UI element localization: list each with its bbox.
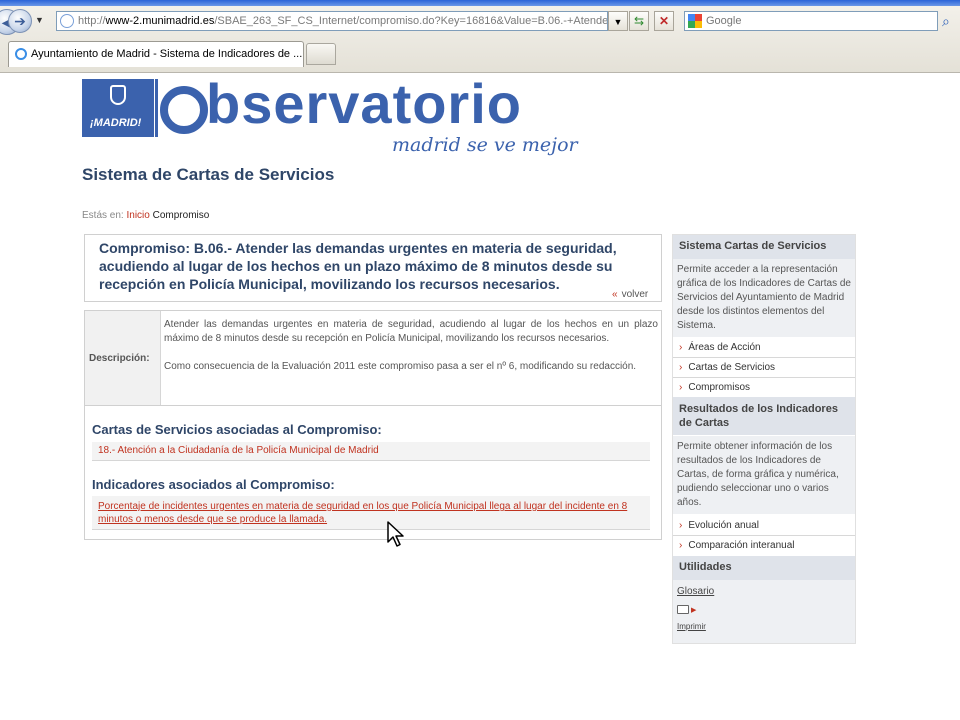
crest-icon: [110, 85, 126, 105]
google-icon: [688, 14, 702, 28]
sidebar-item-label: Evolución anual: [688, 520, 759, 531]
caret-right-icon: ▶: [691, 607, 697, 614]
sidebar-item-label: Compromisos: [688, 382, 751, 393]
carta-link[interactable]: 18.- Atención a la Ciudadanía de la Poli…: [98, 445, 379, 456]
stop-button[interactable]: ✕: [654, 11, 674, 31]
url-prefix: http://: [78, 15, 106, 27]
sidebar-item-comparacion[interactable]: › Comparación interanual: [673, 536, 855, 556]
site-title: Sistema de Cartas de Servicios: [82, 165, 335, 184]
address-bar[interactable]: http://www-2.munimadrid.es/SBAE_263_SF_C…: [56, 11, 608, 31]
refresh-button[interactable]: ⇆: [629, 11, 649, 31]
url-host: www-2.munimadrid.es: [105, 15, 215, 27]
sidebar-item-compromisos[interactable]: › Compromisos: [673, 378, 855, 398]
logo-tagline: madrid se ve mejor: [392, 134, 578, 156]
forward-arrow-icon: ➔: [14, 12, 26, 29]
new-tab-button[interactable]: [306, 43, 336, 65]
breadcrumb-home-link[interactable]: Inicio: [126, 210, 149, 221]
sidebar-sistema-text: Permite acceder a la representación gráf…: [673, 259, 855, 337]
search-input[interactable]: Google: [684, 11, 938, 31]
back-link[interactable]: «volver: [612, 289, 648, 300]
chevron-right-icon: ›: [679, 362, 683, 373]
forward-button[interactable]: ➔: [8, 9, 32, 33]
refresh-icon: ⇆: [633, 14, 645, 28]
search-icon[interactable]: ⌕: [942, 13, 950, 30]
sidebar-item-label: Áreas de Acción: [688, 342, 761, 353]
description-paragraph-2: Como consecuencia de la Evaluación 2011 …: [164, 361, 637, 372]
browser-tab[interactable]: Ayuntamiento de Madrid - Sistema de Indi…: [8, 41, 304, 67]
back-link-label: volver: [621, 289, 649, 300]
imprimir-link[interactable]: Imprimir: [677, 622, 706, 631]
chevron-right-icon: ›: [679, 342, 683, 353]
address-dropdown-button[interactable]: ▼: [608, 11, 628, 31]
chevron-down-icon: ▼: [613, 17, 623, 27]
search-placeholder: Google: [706, 15, 742, 27]
history-dropdown-icon[interactable]: ▼: [35, 15, 44, 25]
description-paragraph-1: Atender las demandas urgentes en materia…: [164, 319, 658, 344]
tab-title: Ayuntamiento de Madrid - Sistema de Indi…: [31, 48, 303, 60]
observatorio-o-icon: [160, 86, 208, 134]
breadcrumb: Estás en: Inicio Compromiso: [82, 210, 209, 221]
page-favicon-icon: [60, 14, 74, 28]
sidebar-item-evolucion[interactable]: › Evolución anual: [673, 516, 855, 536]
chevron-right-icon: ›: [679, 382, 683, 393]
glosario-link[interactable]: Glosario: [677, 586, 714, 597]
chevron-right-icon: ›: [679, 520, 683, 531]
madrid-logo[interactable]: ¡MADRID!: [82, 79, 154, 137]
sidebar-item-areas[interactable]: › Áreas de Acción: [673, 338, 855, 358]
close-icon: ✕: [658, 14, 670, 28]
description-text: Atender las demandas urgentes en materia…: [164, 318, 658, 374]
sidebar-resultados-title: Resultados de los Indicadores de Cartas: [673, 397, 855, 435]
printer-icon[interactable]: [677, 605, 689, 614]
sidebar-utilidades-title: Utilidades: [673, 556, 855, 580]
breadcrumb-current: Compromiso: [152, 210, 210, 221]
mouse-cursor-icon: [387, 521, 404, 547]
url-path: /SBAE_263_SF_CS_Internet/compromiso.do?K…: [214, 15, 608, 27]
double-chevron-left-icon: «: [612, 289, 618, 300]
indicador-link[interactable]: Porcentaje de incidentes urgentes en mat…: [98, 501, 627, 525]
sidebar-item-label: Cartas de Servicios: [688, 362, 776, 373]
breadcrumb-prefix: Estás en:: [82, 210, 124, 221]
cartas-heading: Cartas de Servicios asociadas al Comprom…: [92, 422, 382, 437]
commitment-title: Compromiso: B.06.- Atender las demandas …: [99, 240, 617, 292]
sidebar-item-cartas[interactable]: › Cartas de Servicios: [673, 358, 855, 378]
sidebar-item-label: Comparación interanual: [688, 540, 795, 551]
description-label: Descripción:: [89, 353, 150, 364]
indicadores-heading: Indicadores asociados al Compromiso:: [92, 477, 335, 492]
sidebar-resultados-text: Permite obtener información de los resul…: [673, 436, 855, 514]
logo-mark-text: ¡MADRID!: [90, 117, 142, 129]
cartas-link-row: 18.- Atención a la Ciudadanía de la Poli…: [92, 442, 650, 461]
chevron-right-icon: ›: [679, 540, 683, 551]
indicador-link-row: Porcentaje de incidentes urgentes en mat…: [92, 496, 650, 530]
observatorio-logo-word: bservatorio: [206, 72, 522, 135]
logo-divider: [155, 79, 158, 137]
sidebar-sistema-title: Sistema Cartas de Servicios: [673, 235, 855, 259]
description-divider: [85, 405, 661, 406]
window-title-strip: [0, 0, 960, 6]
ie-tab-icon: [15, 48, 27, 61]
